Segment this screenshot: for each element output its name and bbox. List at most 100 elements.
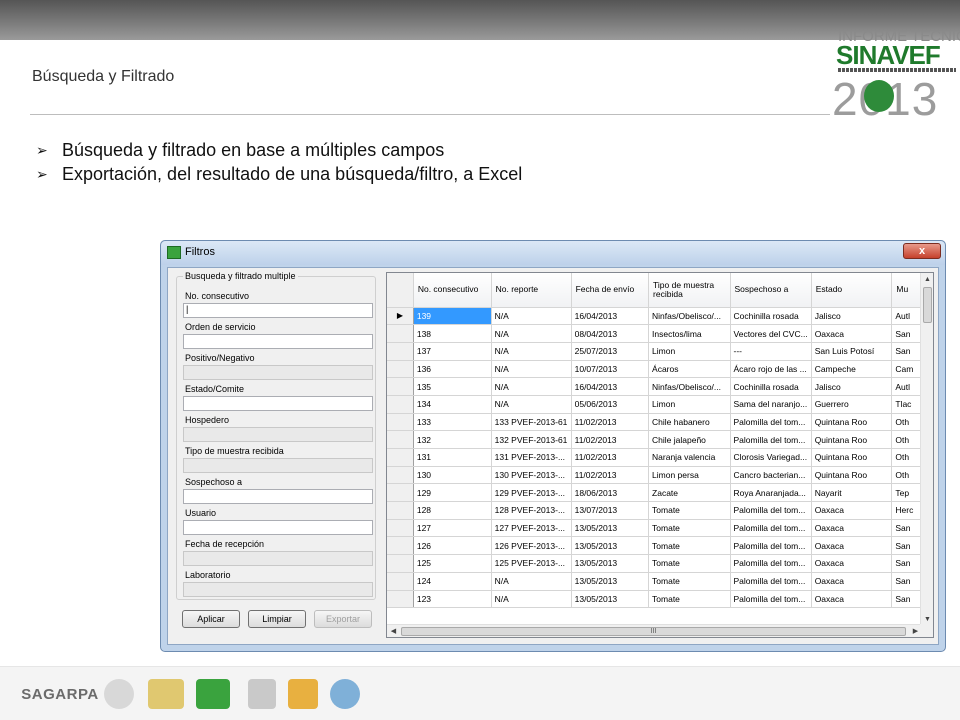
table-cell[interactable]: Clorosis Variegad...: [730, 448, 812, 467]
table-cell[interactable]: 132 PVEF-2013-61: [491, 430, 572, 449]
table-cell[interactable]: Palomilla del tom...: [730, 554, 812, 573]
filter-input[interactable]: [183, 427, 373, 442]
filter-input[interactable]: [183, 551, 373, 566]
table-cell[interactable]: Naranja valencia: [648, 448, 731, 467]
table-cell[interactable]: 139: [413, 307, 492, 326]
table-cell[interactable]: 137: [413, 342, 492, 361]
table-cell[interactable]: 132: [413, 430, 492, 449]
table-cell[interactable]: N/A: [491, 342, 572, 361]
row-header[interactable]: [387, 342, 414, 361]
table-cell[interactable]: 13/05/2013: [571, 519, 650, 538]
column-header[interactable]: Tipo de muestra recibida: [648, 273, 731, 308]
filter-input[interactable]: [183, 365, 373, 380]
row-header[interactable]: [387, 501, 414, 520]
table-cell[interactable]: Oaxaca: [811, 324, 893, 343]
vertical-scrollbar[interactable]: ▲ ▼: [920, 273, 933, 626]
table-cell[interactable]: Ácaros: [648, 360, 731, 379]
table-cell[interactable]: Oaxaca: [811, 554, 893, 573]
table-cell[interactable]: 126: [413, 536, 492, 556]
table-cell[interactable]: Palomilla del tom...: [730, 572, 812, 591]
table-cell[interactable]: Chile jalapeño: [648, 430, 731, 449]
table-cell[interactable]: Limon persa: [648, 466, 731, 485]
table-cell[interactable]: 11/02/2013: [571, 448, 650, 467]
table-row[interactable]: 123 N/A 13/05/2013 Tomate Palomilla del tom.…: [387, 590, 922, 609]
table-cell[interactable]: 11/02/2013: [571, 413, 650, 432]
row-header[interactable]: [387, 324, 414, 343]
table-cell[interactable]: Oth: [891, 466, 922, 485]
table-cell[interactable]: Palomilla del tom...: [730, 413, 812, 432]
table-row[interactable]: 129 129 PVEF-2013-... 18/06/2013 Zacate Roya…: [387, 483, 922, 503]
filter-input[interactable]: [183, 396, 373, 411]
filter-input[interactable]: [183, 582, 373, 597]
table-row[interactable]: 124 N/A 13/05/2013 Tomate Palomilla del tom.…: [387, 572, 922, 591]
table-cell[interactable]: N/A: [491, 395, 572, 414]
table-cell[interactable]: Tomate: [648, 501, 731, 520]
table-cell[interactable]: 134: [413, 395, 492, 414]
results-grid[interactable]: No. consecutivo No. reporte Fecha de envío…: [386, 272, 934, 638]
table-cell[interactable]: N/A: [491, 324, 572, 343]
table-cell[interactable]: Ninfas/Obelisco/...: [648, 307, 731, 326]
table-cell[interactable]: Tomate: [648, 519, 731, 538]
table-cell[interactable]: Tomate: [648, 554, 731, 573]
table-cell[interactable]: 18/06/2013: [571, 483, 650, 503]
table-cell[interactable]: 126 PVEF-2013-...: [491, 536, 572, 556]
table-cell[interactable]: Oaxaca: [811, 519, 893, 538]
filter-input[interactable]: [183, 458, 373, 473]
table-cell[interactable]: 128: [413, 501, 492, 520]
table-cell[interactable]: 16/04/2013: [571, 307, 650, 326]
table-cell[interactable]: San: [891, 536, 922, 556]
table-cell[interactable]: Limon: [648, 342, 731, 361]
scroll-up-icon[interactable]: ▲: [921, 273, 933, 286]
row-header[interactable]: [387, 519, 414, 538]
close-button[interactable]: x: [903, 243, 941, 259]
table-cell[interactable]: Oaxaca: [811, 536, 893, 556]
row-header[interactable]: [387, 554, 414, 573]
table-cell[interactable]: Autl: [891, 307, 922, 326]
table-cell[interactable]: Tep: [891, 483, 922, 503]
column-header[interactable]: Mu: [891, 273, 922, 308]
table-cell[interactable]: 25/07/2013: [571, 342, 650, 361]
table-cell[interactable]: Vectores del CVC...: [730, 324, 812, 343]
table-cell[interactable]: Quintana Roo: [811, 413, 893, 432]
row-header[interactable]: [387, 413, 414, 432]
table-row[interactable]: ▶ 139 N/A 16/04/2013 Ninfas/Obelisco/... Coch…: [387, 307, 922, 326]
table-cell[interactable]: Tlac: [891, 395, 922, 414]
horizontal-scroll-thumb[interactable]: III: [401, 627, 906, 636]
table-cell[interactable]: N/A: [491, 360, 572, 379]
table-row[interactable]: 128 128 PVEF-2013-... 13/07/2013 Tomate Palo…: [387, 501, 922, 520]
row-header[interactable]: [387, 590, 414, 609]
table-cell[interactable]: Tomate: [648, 590, 731, 609]
row-header[interactable]: [387, 572, 414, 591]
table-row[interactable]: 125 125 PVEF-2013-... 13/05/2013 Tomate Palo…: [387, 554, 922, 573]
table-cell[interactable]: Ácaro rojo de las ...: [730, 360, 812, 379]
table-cell[interactable]: N/A: [491, 307, 572, 326]
table-cell[interactable]: Oaxaca: [811, 501, 893, 520]
table-cell[interactable]: Chile habanero: [648, 413, 731, 432]
table-cell[interactable]: San: [891, 572, 922, 591]
export-button[interactable]: Exportar: [314, 610, 372, 628]
table-cell[interactable]: Palomilla del tom...: [730, 519, 812, 538]
table-cell[interactable]: Cochinilla rosada: [730, 377, 812, 396]
table-cell[interactable]: 08/04/2013: [571, 324, 650, 343]
table-cell[interactable]: Oaxaca: [811, 572, 893, 591]
table-row[interactable]: 135 N/A 16/04/2013 Ninfas/Obelisco/... Cochi…: [387, 377, 922, 396]
row-header[interactable]: [387, 448, 414, 467]
table-cell[interactable]: N/A: [491, 590, 572, 609]
column-header[interactable]: No. consecutivo: [413, 273, 492, 308]
row-header[interactable]: [387, 360, 414, 379]
table-cell[interactable]: Insectos/lima: [648, 324, 731, 343]
table-cell[interactable]: 13/05/2013: [571, 554, 650, 573]
table-cell[interactable]: 125: [413, 554, 492, 573]
table-cell[interactable]: 13/05/2013: [571, 572, 650, 591]
table-cell[interactable]: Nayarit: [811, 483, 893, 503]
table-cell[interactable]: Guerrero: [811, 395, 893, 414]
table-cell[interactable]: 13/07/2013: [571, 501, 650, 520]
table-cell[interactable]: Roya Anaranjada...: [730, 483, 812, 503]
scroll-left-icon[interactable]: ◀: [387, 625, 400, 637]
clear-button[interactable]: Limpiar: [248, 610, 306, 628]
table-cell[interactable]: 124: [413, 572, 492, 591]
table-row[interactable]: 131 131 PVEF-2013-... 11/02/2013 Naranja va…: [387, 448, 922, 467]
table-cell[interactable]: Jalisco: [811, 377, 893, 396]
table-cell[interactable]: Quintana Roo: [811, 466, 893, 485]
table-cell[interactable]: 11/02/2013: [571, 466, 650, 485]
